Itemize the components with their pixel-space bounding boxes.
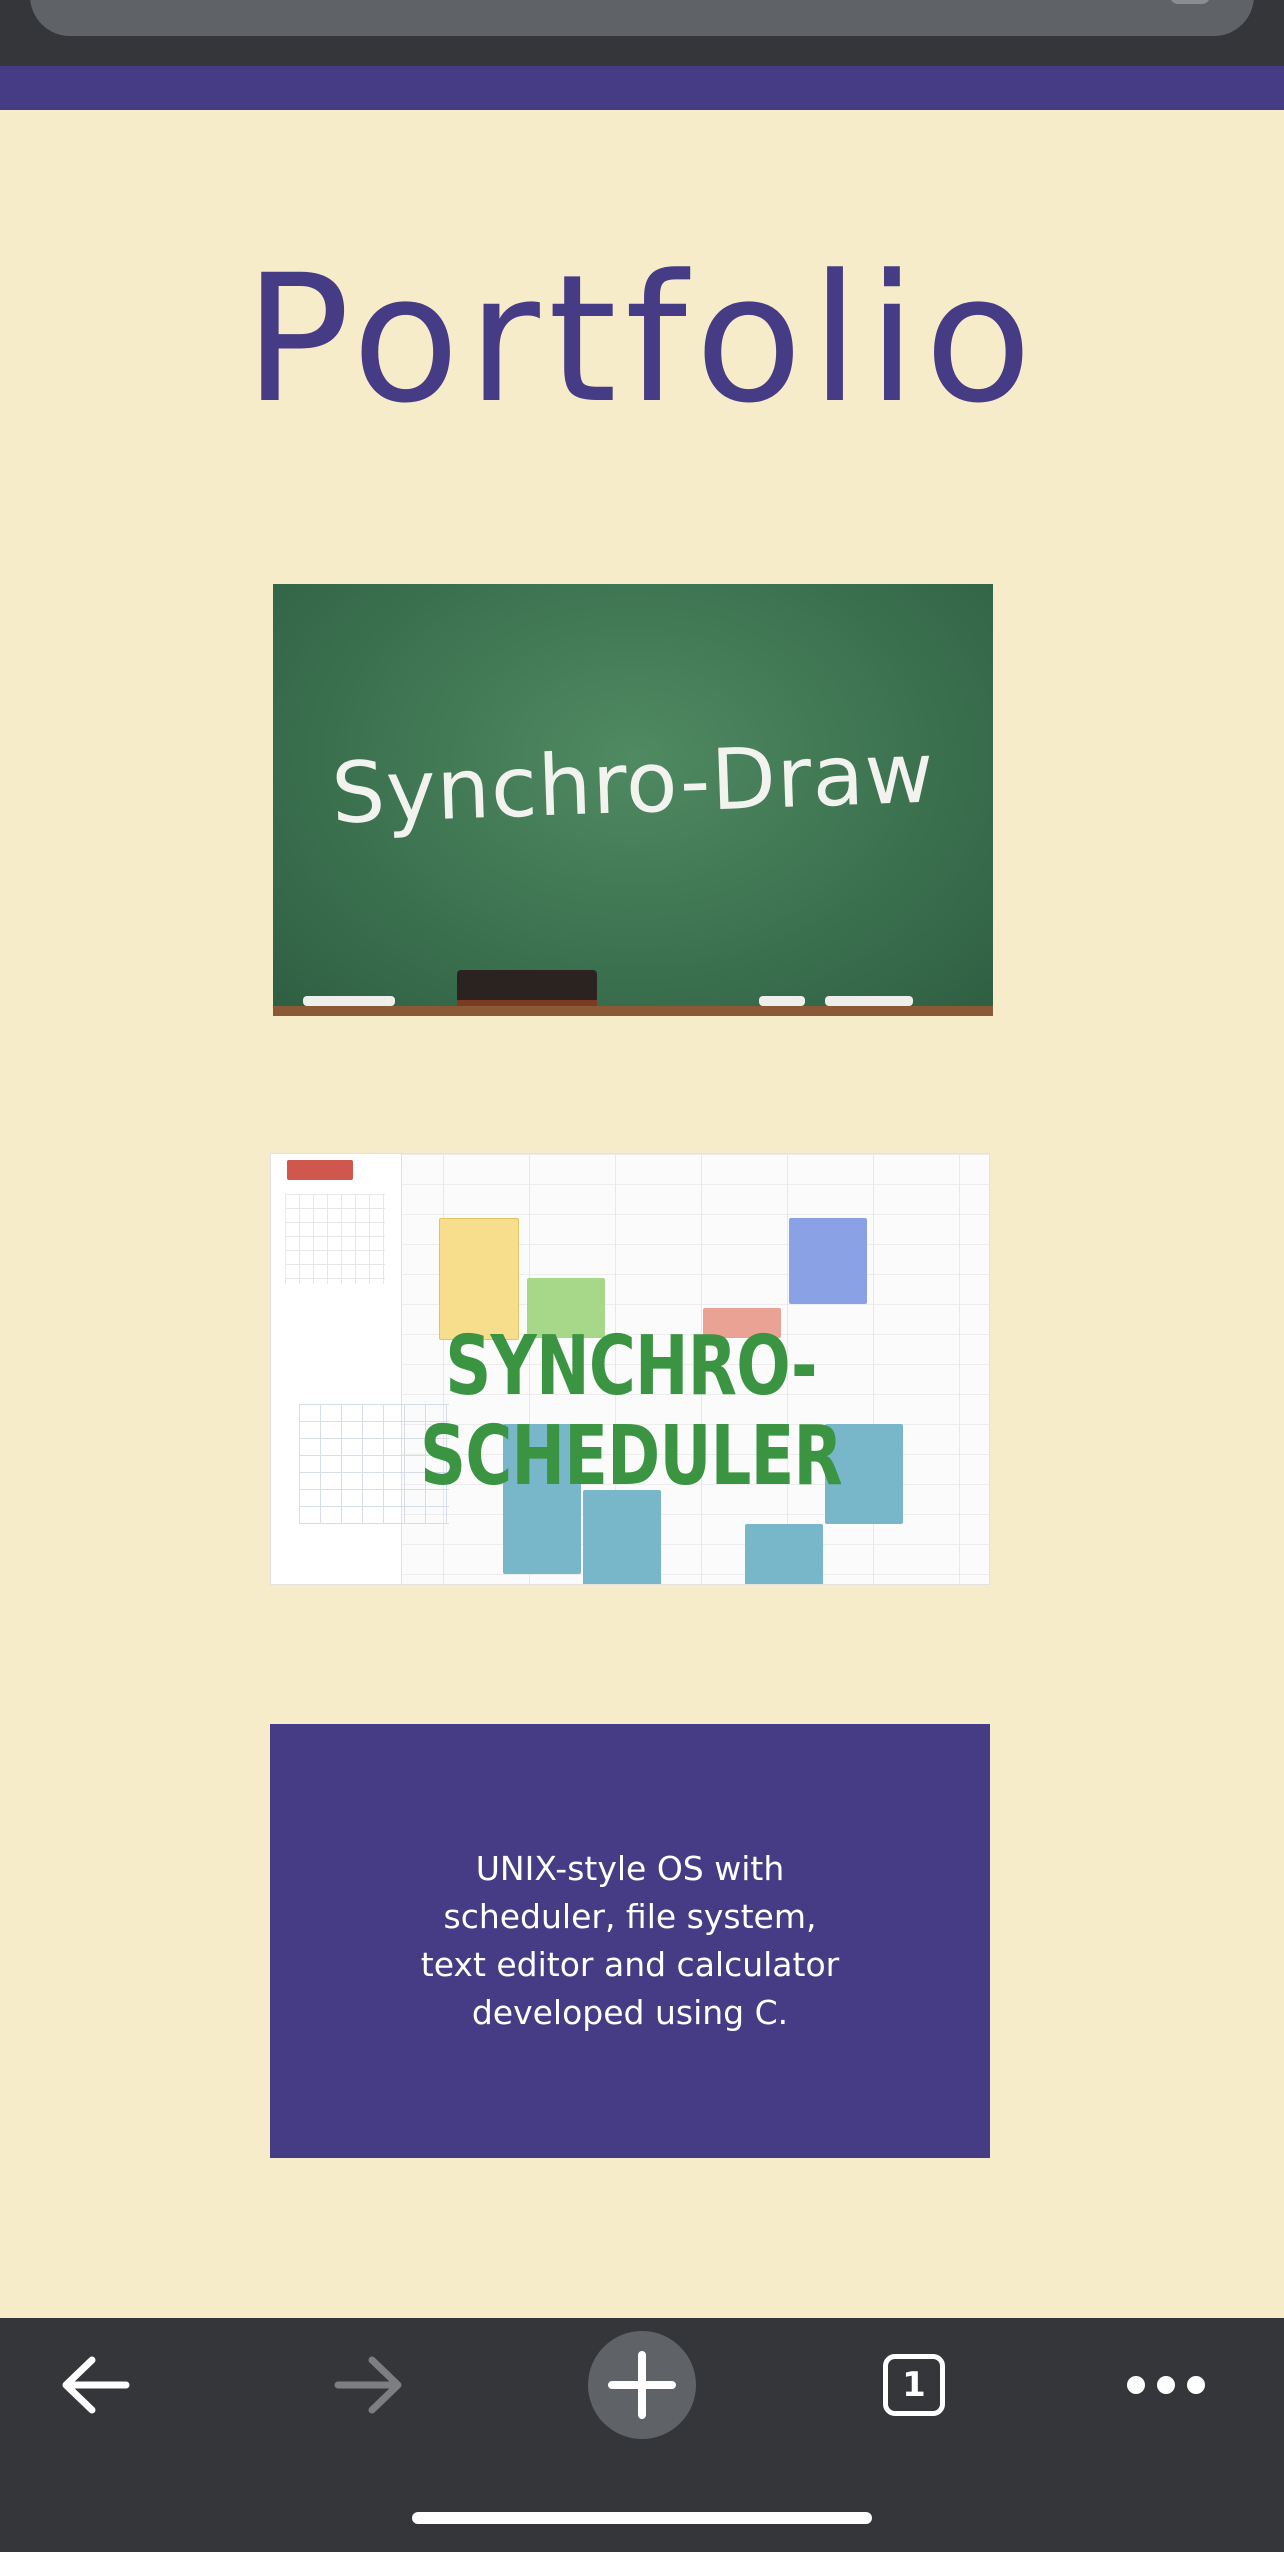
eraser-graphic — [457, 970, 597, 1006]
chalk-piece — [303, 996, 395, 1006]
project-card-unix-os[interactable]: UNIX-style OS with scheduler, file syste… — [270, 1724, 990, 2158]
back-button[interactable] — [16, 2318, 176, 2452]
mini-calendar-graphic — [285, 1194, 385, 1284]
address-bar-action-icon[interactable] — [1170, 0, 1210, 4]
description-line: developed using C. — [471, 1993, 789, 2032]
project-description: UNIX-style OS with scheduler, file syste… — [420, 1845, 840, 2037]
forward-button[interactable] — [288, 2318, 448, 2452]
menu-button[interactable] — [1086, 2318, 1246, 2452]
browser-top-bar — [0, 0, 1284, 66]
project-image-text: SYNCHRO-SCHEDULER — [420, 1319, 843, 1504]
tab-switcher-button[interactable]: 1 — [834, 2318, 994, 2452]
chalkboard-ledge — [273, 1006, 993, 1016]
plus-icon — [588, 2331, 696, 2439]
address-bar[interactable] — [30, 0, 1254, 36]
project-image-text: Synchro-Draw — [329, 723, 937, 843]
arrow-right-icon — [334, 2356, 402, 2414]
calendar-event-graphic — [745, 1524, 823, 1584]
site-header-bar — [0, 66, 1284, 110]
description-line: text editor and calculator — [420, 1945, 840, 1984]
more-horizontal-icon — [1127, 2376, 1205, 2394]
chalk-piece — [825, 996, 913, 1006]
tab-count: 1 — [883, 2354, 945, 2416]
new-tab-button[interactable] — [562, 2318, 722, 2452]
page-title: Portfolio — [243, 237, 1041, 442]
project-card-synchro-draw[interactable]: Synchro-Draw — [273, 584, 993, 1016]
arrow-left-icon — [62, 2356, 130, 2414]
chalk-piece — [759, 996, 805, 1006]
description-line: UNIX-style OS with — [475, 1849, 785, 1888]
project-card-synchro-scheduler[interactable]: SYNCHRO-SCHEDULER — [270, 1153, 990, 1585]
calendar-create-graphic — [287, 1160, 353, 1180]
description-line: scheduler, file system, — [443, 1897, 817, 1936]
calendar-event-graphic — [789, 1218, 867, 1304]
home-indicator[interactable] — [412, 2512, 872, 2524]
calendar-event-graphic — [583, 1490, 661, 1584]
